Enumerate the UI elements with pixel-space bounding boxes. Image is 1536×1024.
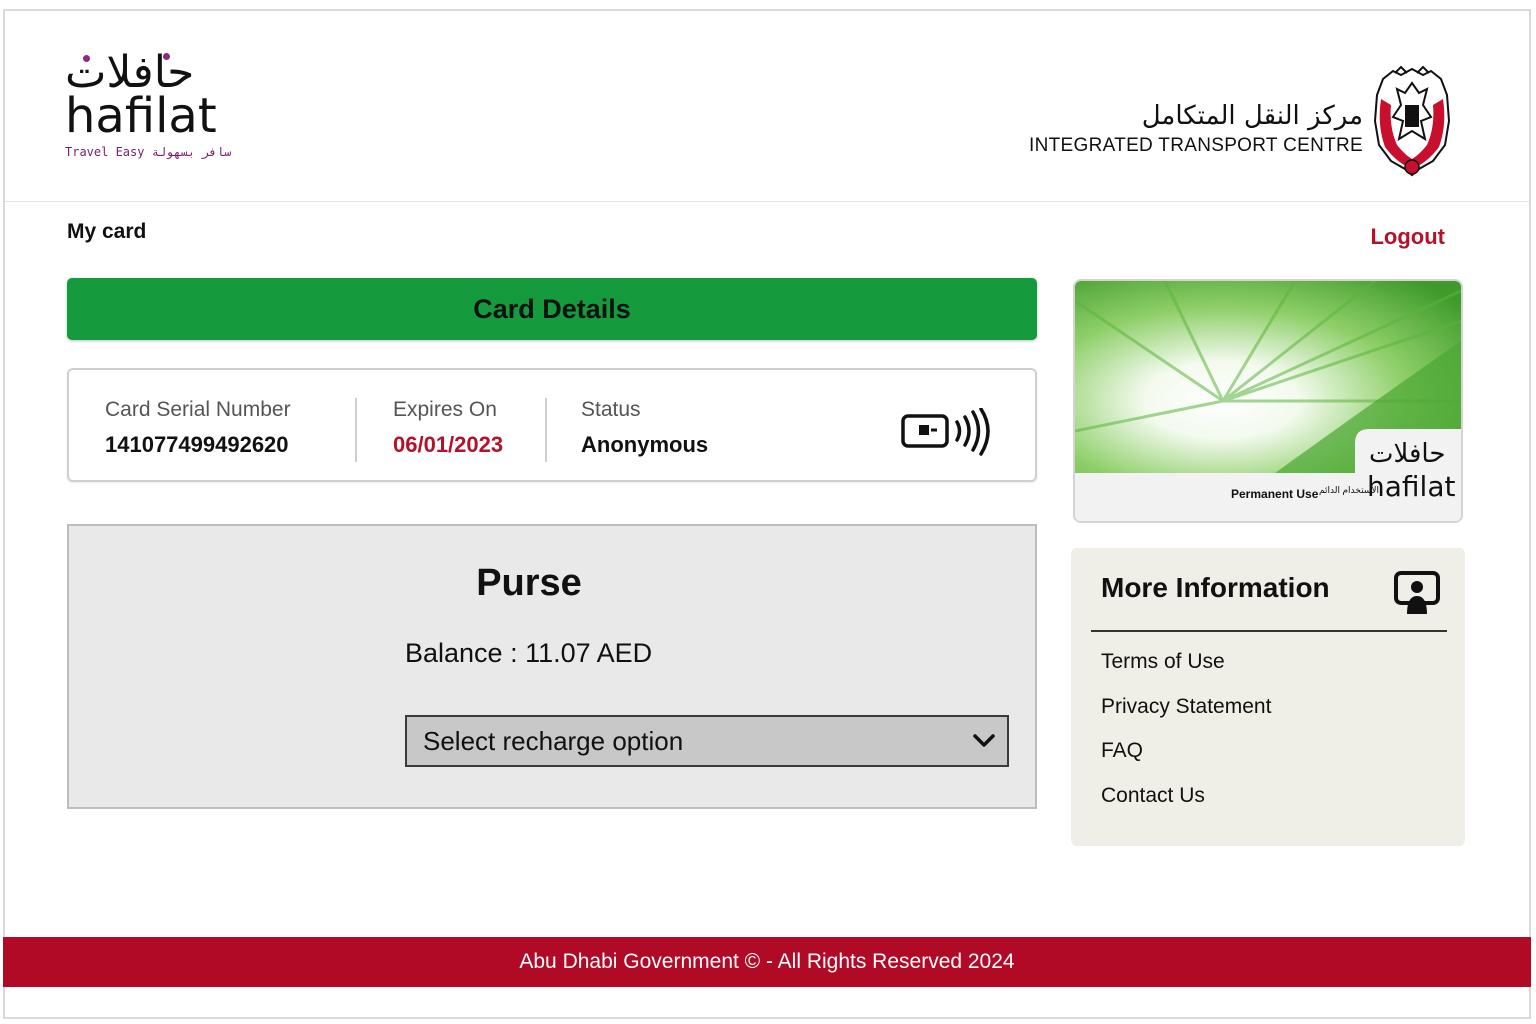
logout-link[interactable]: Logout bbox=[1370, 224, 1445, 250]
contact-us-link[interactable]: Contact Us bbox=[1101, 784, 1271, 829]
hafilat-logo[interactable]: حافلات hafilat Travel Easy سافر بسهولة bbox=[65, 51, 232, 181]
logo-dot-icon bbox=[83, 55, 90, 62]
abu-dhabi-emblem-icon bbox=[1373, 65, 1451, 177]
chevron-down-icon bbox=[973, 734, 995, 747]
itc-name-arabic: مركز النقل المتكامل bbox=[1141, 101, 1363, 131]
itc-logo[interactable]: مركز النقل المتكامل INTEGRATED TRANSPORT… bbox=[1029, 65, 1453, 185]
recharge-option-select[interactable]: Select recharge option bbox=[405, 715, 1009, 767]
site-header: حافلات hafilat Travel Easy سافر بسهولة م… bbox=[5, 11, 1529, 202]
purse-panel: Purse Balance : 11.07 AED Select recharg… bbox=[67, 524, 1037, 809]
card-details-header[interactable]: Card Details bbox=[67, 278, 1037, 340]
more-information-title: More Information bbox=[1101, 572, 1330, 603]
serial-number-label: Card Serial Number bbox=[105, 398, 291, 421]
status-group: Status Anonymous bbox=[581, 398, 708, 458]
hafilat-logo-latin: hafilat bbox=[65, 88, 217, 144]
page-title: My card bbox=[67, 220, 147, 243]
status-value: Anonymous bbox=[581, 432, 709, 457]
divider bbox=[545, 398, 547, 462]
status-label: Status bbox=[581, 398, 641, 421]
page-frame: حافلات hafilat Travel Easy سافر بسهولة م… bbox=[3, 9, 1531, 1019]
faq-link[interactable]: FAQ bbox=[1101, 739, 1271, 784]
itc-name-english: INTEGRATED TRANSPORT CENTRE bbox=[1029, 135, 1363, 156]
expiry-group: Expires On 06/01/2023 bbox=[393, 398, 503, 458]
divider bbox=[355, 398, 357, 462]
more-information-links: Terms of Use Privacy Statement FAQ Conta… bbox=[1101, 650, 1271, 828]
card-brand-arabic: حافلات bbox=[1369, 439, 1446, 469]
hafilat-logo-tagline: Travel Easy سافر بسهولة bbox=[65, 145, 232, 159]
hafilat-card-image: Permanent Use الاستخدام الدائم حافلات ha… bbox=[1073, 279, 1463, 523]
contactless-card-icon bbox=[901, 408, 990, 456]
terms-of-use-link[interactable]: Terms of Use bbox=[1101, 650, 1271, 695]
card-usage-english: Permanent Use bbox=[1231, 487, 1319, 501]
more-information-panel: More Information Terms of Use Privacy St… bbox=[1071, 548, 1465, 846]
presenter-info-icon bbox=[1394, 571, 1440, 614]
expiry-label: Expires On bbox=[393, 398, 497, 421]
purse-title: Purse bbox=[476, 562, 582, 604]
recharge-option-placeholder: Select recharge option bbox=[423, 725, 684, 756]
more-information-divider bbox=[1091, 630, 1447, 632]
card-info-panel: Card Serial Number 141077499492620 Expir… bbox=[67, 368, 1037, 482]
serial-number-group: Card Serial Number 141077499492620 bbox=[105, 398, 291, 458]
expiry-value: 06/01/2023 bbox=[393, 432, 504, 457]
footer-copyright: Abu Dhabi Government © - All Rights Rese… bbox=[519, 950, 1015, 973]
card-brand-latin: hafilat bbox=[1367, 470, 1456, 503]
purse-balance: Balance : 11.07 AED bbox=[405, 638, 653, 668]
serial-number-value: 141077499492620 bbox=[105, 432, 289, 457]
privacy-statement-link[interactable]: Privacy Statement bbox=[1101, 695, 1271, 740]
logo-dot-icon bbox=[163, 53, 170, 60]
site-footer: Abu Dhabi Government © - All Rights Rese… bbox=[3, 937, 1531, 987]
